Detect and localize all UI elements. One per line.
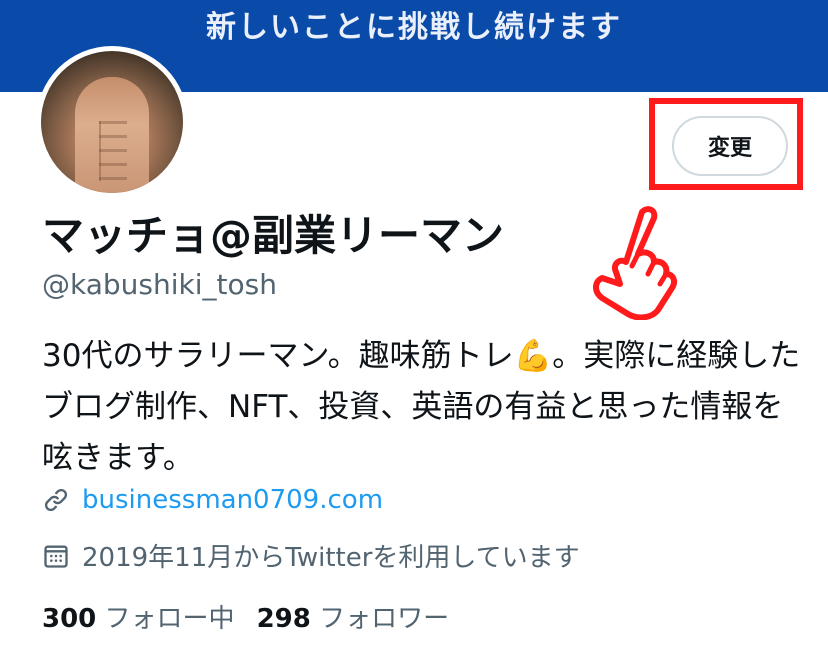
calendar-icon [44, 545, 68, 568]
flexed-biceps-icon: 💪 [513, 338, 553, 374]
link-icon [44, 488, 68, 512]
pointing-hand-icon [593, 206, 677, 320]
followers-label: フォロワー [319, 604, 450, 634]
profile-bio: 30代のサラリーマン。趣味筋トレ💪。実際に経験したブログ制作、NFT、投資、英語… [42, 331, 802, 484]
follow-stats: 300 フォロー中 298 フォロワー [42, 598, 449, 635]
avatar-image [41, 51, 183, 193]
followers-link[interactable]: 298 フォロワー [257, 604, 450, 634]
display-name: マッチョ@副業リーマン [42, 211, 505, 260]
followers-count: 298 [256, 604, 311, 634]
following-link[interactable]: 300 フォロー中 [42, 604, 235, 634]
edit-profile-button[interactable]: 変更 [672, 116, 788, 176]
banner-text: 新しいことに挑戦し続けます [206, 10, 622, 45]
following-label: フォロー中 [104, 604, 235, 634]
joined-date: 2019年11月からTwitterを利用しています [82, 543, 580, 573]
website-link[interactable]: businessman0709.com [82, 485, 383, 515]
following-count: 300 [42, 604, 97, 634]
avatar[interactable] [36, 46, 188, 198]
user-handle: @kabushiki_tosh [42, 268, 277, 301]
joined-row: 2019年11月からTwitterを利用しています [42, 537, 580, 574]
website-row: businessman0709.com [42, 485, 383, 515]
bio-text-1: 30代のサラリーマン。趣味筋トレ [42, 338, 514, 374]
